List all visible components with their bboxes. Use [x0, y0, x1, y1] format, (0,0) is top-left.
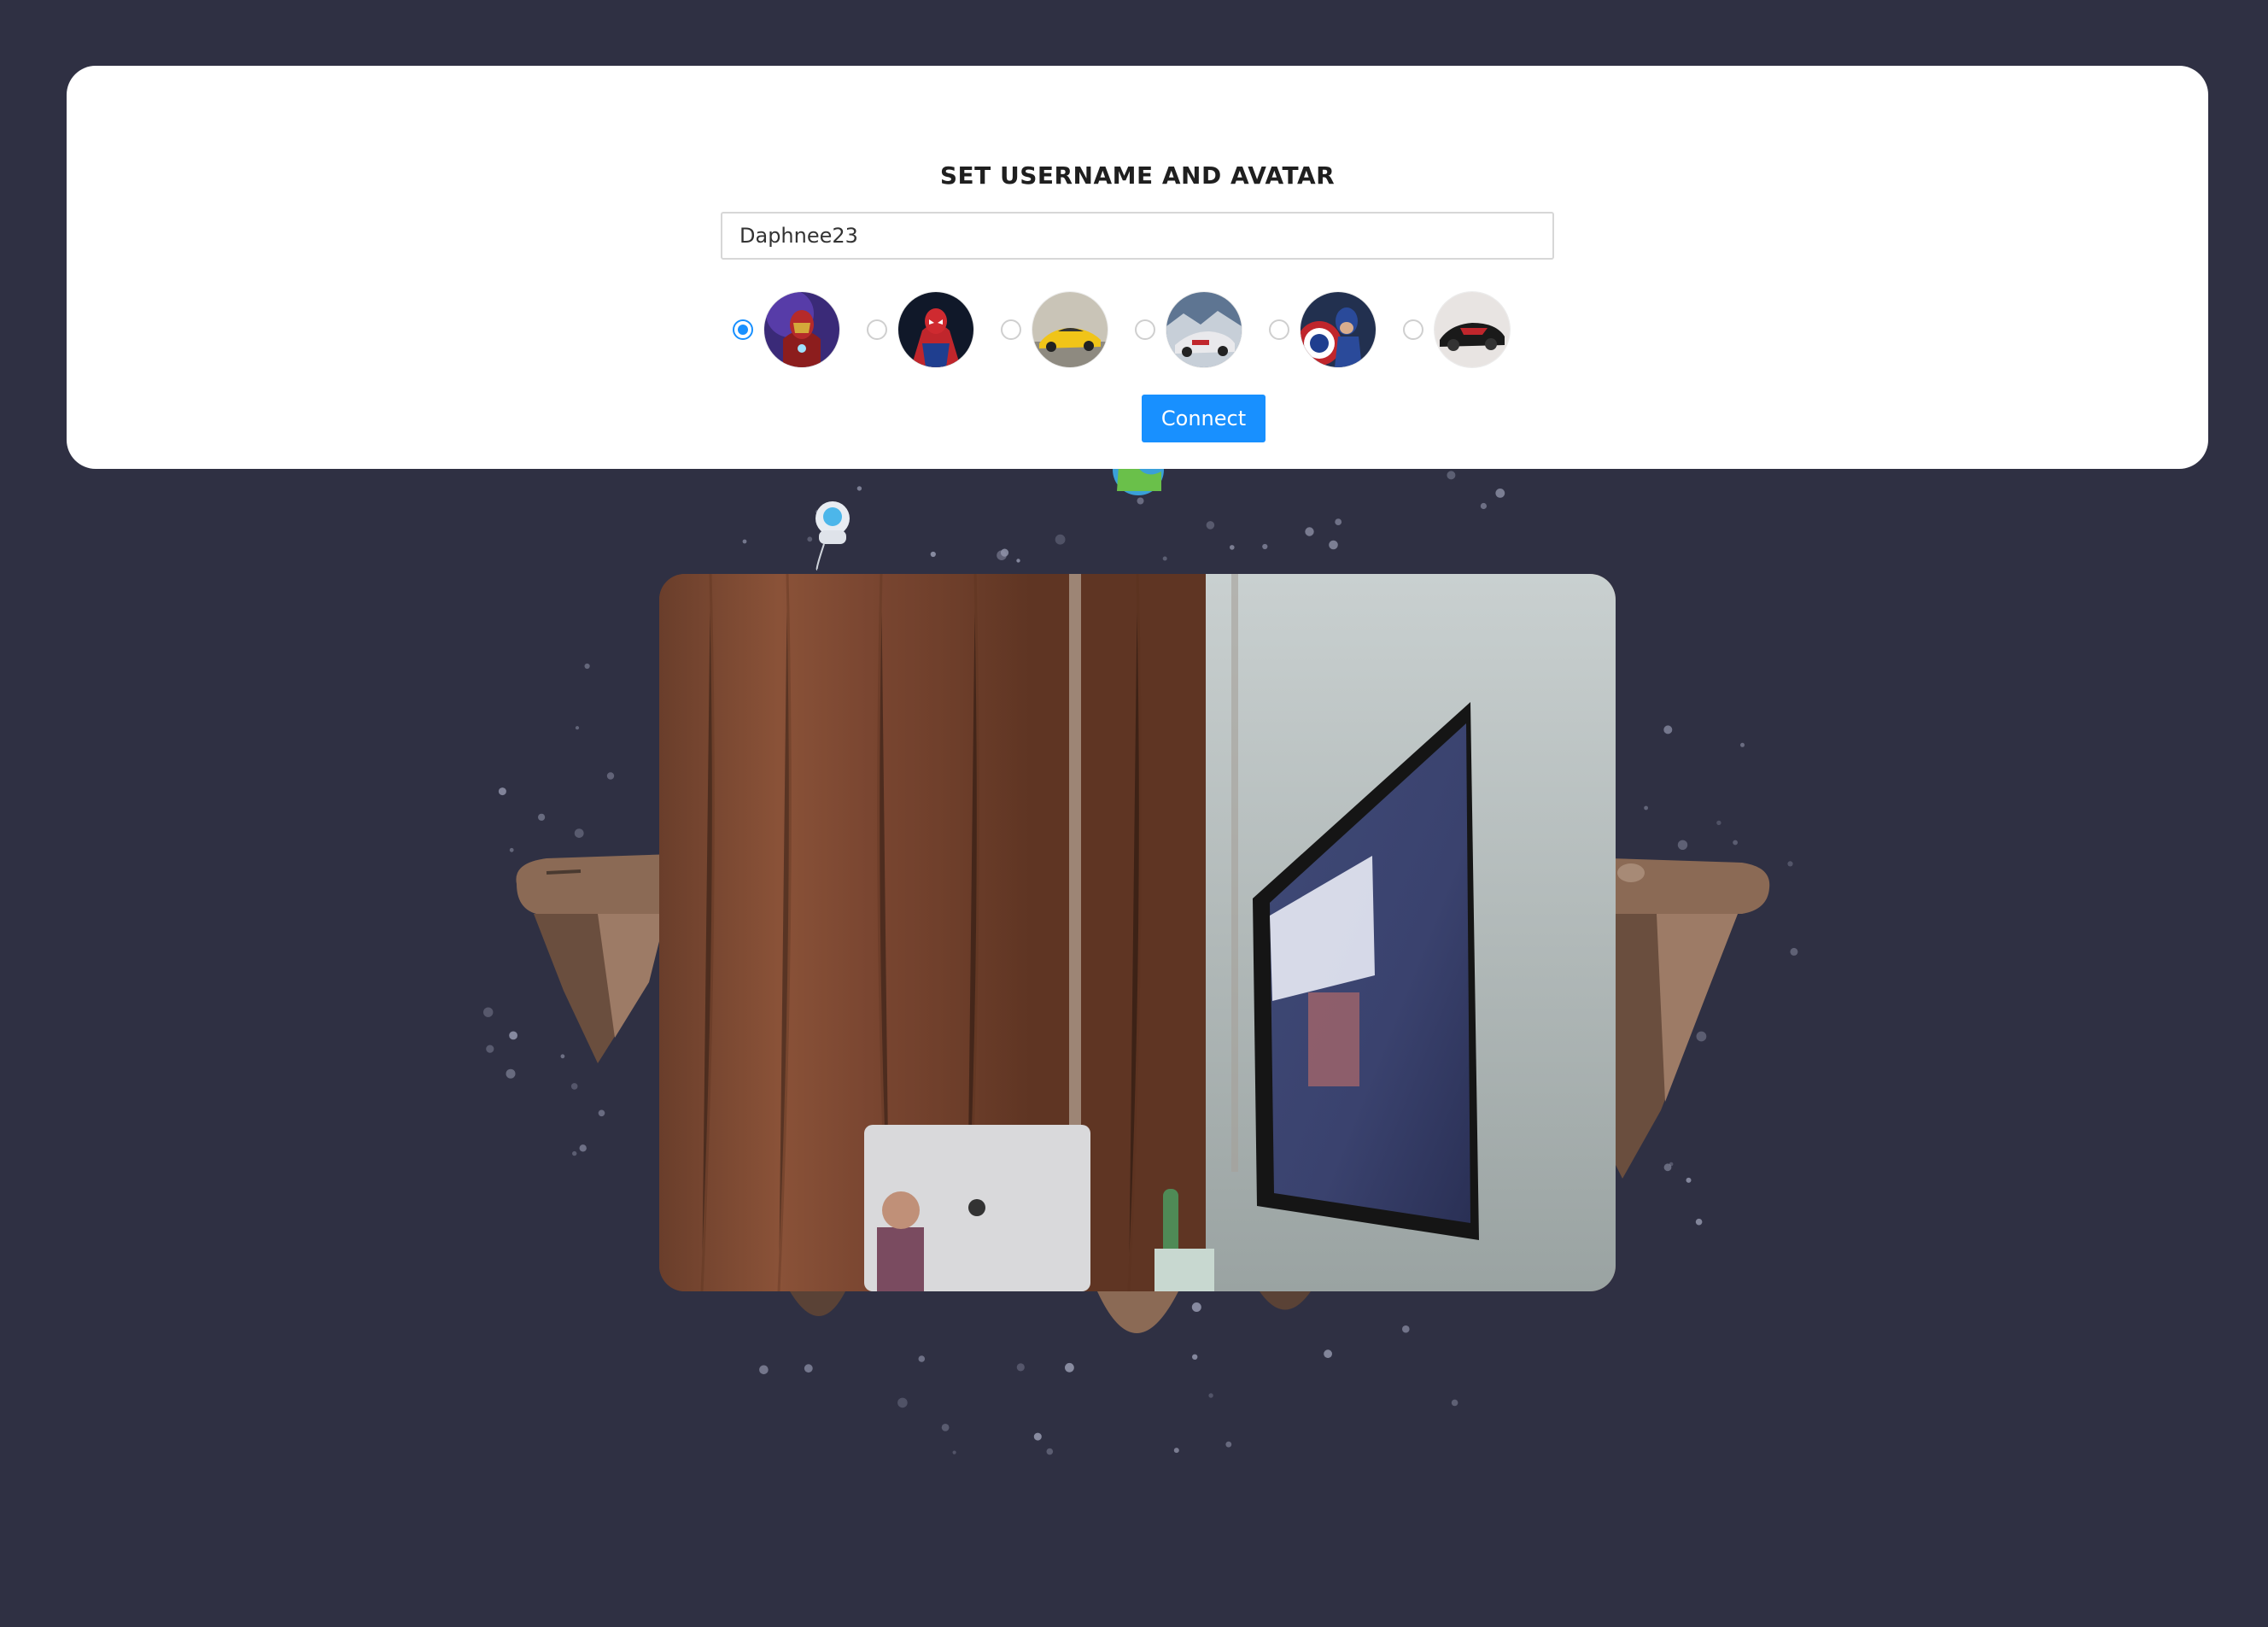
star-decoration	[1402, 1325, 1410, 1333]
star-decoration	[1740, 742, 1745, 747]
rally-car-avatar	[1166, 292, 1242, 367]
astronaut-icon	[815, 501, 850, 571]
spider-man-avatar	[898, 292, 973, 367]
star-decoration	[483, 1007, 494, 1017]
star-decoration	[1055, 534, 1066, 545]
star-decoration	[918, 1355, 926, 1362]
card-title: SET USERNAME AND AVATAR	[939, 161, 1336, 190]
avatar-option-yellow-car[interactable]	[1001, 290, 1129, 369]
island-right	[1610, 858, 1770, 1179]
island-bottom	[790, 1291, 1311, 1333]
avatar-radio-spider-man[interactable]	[867, 319, 887, 340]
avatar-option-supercar[interactable]	[1403, 290, 1531, 369]
avatar-option-spider-man[interactable]	[867, 290, 995, 369]
star-decoration	[1696, 1031, 1707, 1042]
star-decoration	[1686, 1177, 1692, 1183]
avatar-radio-supercar[interactable]	[1403, 319, 1423, 340]
page: SET USERNAME AND AVATAR Daphnee23 Connec…	[0, 0, 2268, 1627]
star-decoration	[1305, 527, 1314, 536]
star-decoration	[598, 1109, 605, 1117]
star-decoration	[1173, 1448, 1179, 1454]
star-decoration	[1733, 840, 1738, 846]
star-decoration	[509, 1031, 517, 1040]
username-avatar-card: SET USERNAME AND AVATAR Daphnee23 Connec…	[67, 66, 2208, 469]
star-decoration	[575, 726, 580, 730]
star-decoration	[572, 1150, 577, 1156]
star-decoration	[856, 486, 862, 491]
star-decoration	[1016, 559, 1020, 563]
captain-america-avatar	[1301, 292, 1376, 367]
star-decoration	[1790, 947, 1798, 956]
star-decoration	[560, 1054, 565, 1059]
star-decoration	[1644, 805, 1648, 811]
star-decoration	[1225, 1441, 1232, 1448]
island-left	[516, 854, 675, 1063]
avatar-option-iron-man[interactable]	[733, 290, 861, 369]
iron-man-avatar	[764, 292, 839, 367]
avatar-radio-yellow-car[interactable]	[1001, 319, 1021, 340]
star-decoration	[1495, 489, 1505, 498]
star-decoration	[1262, 543, 1268, 550]
star-decoration	[930, 551, 936, 558]
star-decoration	[941, 1424, 950, 1431]
avatar-radio-rally-car[interactable]	[1135, 319, 1155, 340]
star-decoration	[1191, 1302, 1201, 1312]
star-decoration	[606, 772, 615, 780]
star-decoration	[538, 813, 546, 821]
avatar-option-rally-car[interactable]	[1135, 290, 1263, 369]
avatar-option-captain-america[interactable]	[1269, 290, 1397, 369]
star-decoration	[1447, 471, 1456, 480]
star-decoration	[742, 539, 747, 544]
star-decoration	[1192, 1354, 1198, 1361]
star-decoration	[1206, 521, 1215, 530]
star-decoration	[498, 787, 506, 796]
star-decoration	[570, 1083, 578, 1090]
star-decoration	[1695, 1218, 1703, 1226]
star-decoration	[1663, 725, 1673, 734]
star-decoration	[897, 1397, 908, 1408]
connect-button[interactable]: Connect	[1142, 395, 1266, 442]
star-decoration	[804, 1364, 813, 1373]
star-decoration	[1065, 1362, 1074, 1372]
webcam-video	[659, 574, 1616, 1291]
star-decoration	[584, 663, 590, 670]
star-decoration	[1208, 1393, 1213, 1398]
avatar-radio-captain-america[interactable]	[1269, 319, 1289, 340]
star-decoration	[759, 1365, 769, 1375]
star-decoration	[1716, 820, 1721, 826]
star-decoration	[997, 550, 1007, 560]
star-decoration	[807, 536, 813, 542]
star-decoration	[1480, 502, 1487, 510]
star-decoration	[1451, 1399, 1458, 1407]
star-decoration	[1016, 1363, 1025, 1372]
avatar-radio-iron-man[interactable]	[733, 319, 753, 340]
star-decoration	[509, 847, 514, 852]
star-decoration	[1230, 545, 1235, 550]
star-decoration	[1046, 1448, 1054, 1455]
star-decoration	[1137, 497, 1144, 505]
star-decoration	[1677, 840, 1688, 850]
avatar-options	[733, 222, 1587, 367]
star-decoration	[1787, 861, 1793, 867]
star-decoration	[1329, 540, 1338, 550]
star-decoration	[1324, 1349, 1332, 1359]
star-decoration	[952, 1450, 956, 1454]
yellow-sports-car-avatar	[1032, 292, 1108, 367]
star-decoration	[486, 1045, 494, 1053]
star-decoration	[1335, 518, 1342, 525]
star-decoration	[1669, 1162, 1674, 1167]
star-decoration	[506, 1068, 516, 1079]
star-decoration	[574, 828, 584, 838]
star-decoration	[1033, 1432, 1042, 1441]
star-decoration	[1162, 556, 1167, 561]
red-black-supercar-avatar	[1435, 292, 1510, 367]
star-decoration	[579, 1144, 587, 1152]
